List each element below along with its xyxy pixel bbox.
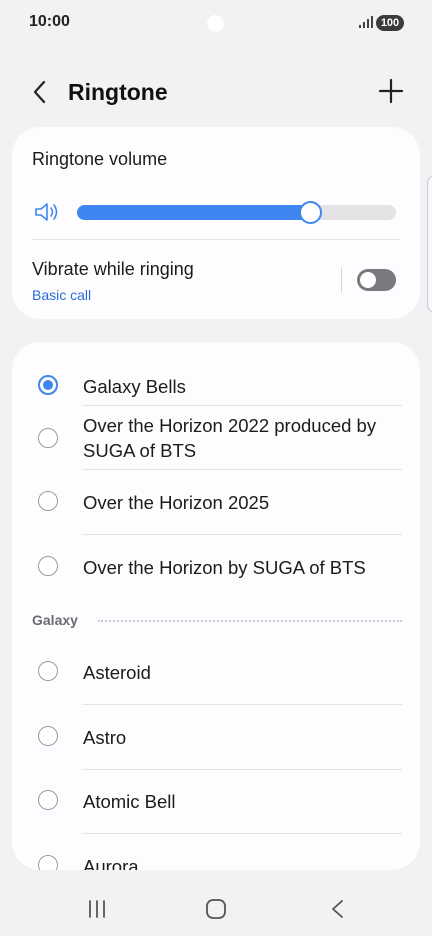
ringtone-label: Over the Horizon 2025 <box>83 492 270 513</box>
status-time: 10:00 <box>29 13 70 30</box>
status-bar: 10:00 100 <box>0 0 432 46</box>
add-ringtone-button[interactable] <box>376 76 406 106</box>
radio-button[interactable] <box>38 491 58 511</box>
ringtone-label: Over the Horizon by SUGA of BTS <box>83 557 366 578</box>
vibrate-sublabel: Basic call <box>32 287 92 303</box>
ringtone-item-aurora[interactable]: Aurora <box>12 834 420 870</box>
toggle-knob <box>360 272 376 288</box>
toggle-separator <box>341 267 342 293</box>
plus-icon <box>378 78 404 104</box>
slider-fill <box>77 205 310 220</box>
ringtone-list: Galaxy Bells Over the Horizon 2022 produ… <box>12 342 420 870</box>
ringtone-label: Over the Horizon 2022 produced by SUGA o… <box>83 415 377 461</box>
radio-button[interactable] <box>38 855 58 870</box>
section-divider <box>98 620 402 622</box>
radio-button[interactable] <box>38 790 58 810</box>
front-camera <box>207 15 224 32</box>
ringtone-item-galaxy-bells[interactable]: Galaxy Bells <box>12 354 420 404</box>
app-header: Ringtone <box>0 64 432 120</box>
ringtone-item-asteroid[interactable]: Asteroid <box>12 640 420 704</box>
section-header-galaxy: Galaxy <box>32 610 402 630</box>
home-button[interactable] <box>201 896 231 922</box>
vibrate-toggle[interactable] <box>357 269 396 291</box>
radio-button[interactable] <box>38 428 58 448</box>
radio-button[interactable] <box>38 726 58 746</box>
vibrate-while-ringing-row[interactable]: Vibrate while ringing Basic call <box>12 255 420 319</box>
slider-thumb[interactable] <box>298 201 322 224</box>
edge-panel-handle[interactable] <box>427 175 432 313</box>
ringtone-label: Asteroid <box>83 662 151 683</box>
radio-button[interactable] <box>38 375 58 395</box>
volume-slider[interactable] <box>77 201 396 224</box>
volume-card: Ringtone volume Vibrate while ringing Ba… <box>12 127 420 319</box>
recents-icon <box>89 900 105 918</box>
navigation-bar <box>0 884 432 936</box>
radio-button[interactable] <box>38 661 58 681</box>
battery-badge: 100 <box>376 15 404 31</box>
nav-back-button[interactable] <box>323 896 353 922</box>
ringtone-volume-label: Ringtone volume <box>32 149 168 169</box>
ringtone-item-astro[interactable]: Astro <box>12 705 420 769</box>
section-label: Galaxy <box>32 612 78 628</box>
divider <box>32 239 400 240</box>
ringtone-item-over-the-horizon-2022[interactable]: Over the Horizon 2022 produced by SUGA o… <box>12 406 420 470</box>
ringtone-item-over-the-horizon-suga[interactable]: Over the Horizon by SUGA of BTS <box>12 535 420 599</box>
ringtone-label: Atomic Bell <box>83 791 176 812</box>
vibrate-label: Vibrate while ringing <box>32 259 194 279</box>
speaker-icon[interactable] <box>34 201 60 223</box>
ringtone-label: Galaxy Bells <box>83 376 186 397</box>
recents-button[interactable] <box>82 896 112 922</box>
ringtone-label: Aurora <box>83 856 139 870</box>
ringtone-item-atomic-bell[interactable]: Atomic Bell <box>12 770 420 834</box>
ringtone-item-over-the-horizon-2025[interactable]: Over the Horizon 2025 <box>12 470 420 534</box>
signal-icon <box>359 16 373 28</box>
page-title: Ringtone <box>68 79 168 105</box>
chevron-left-icon <box>33 80 46 104</box>
radio-button[interactable] <box>38 556 58 576</box>
home-icon <box>206 899 226 919</box>
back-button[interactable] <box>28 78 52 106</box>
back-icon <box>332 900 343 918</box>
ringtone-label: Astro <box>83 727 127 748</box>
